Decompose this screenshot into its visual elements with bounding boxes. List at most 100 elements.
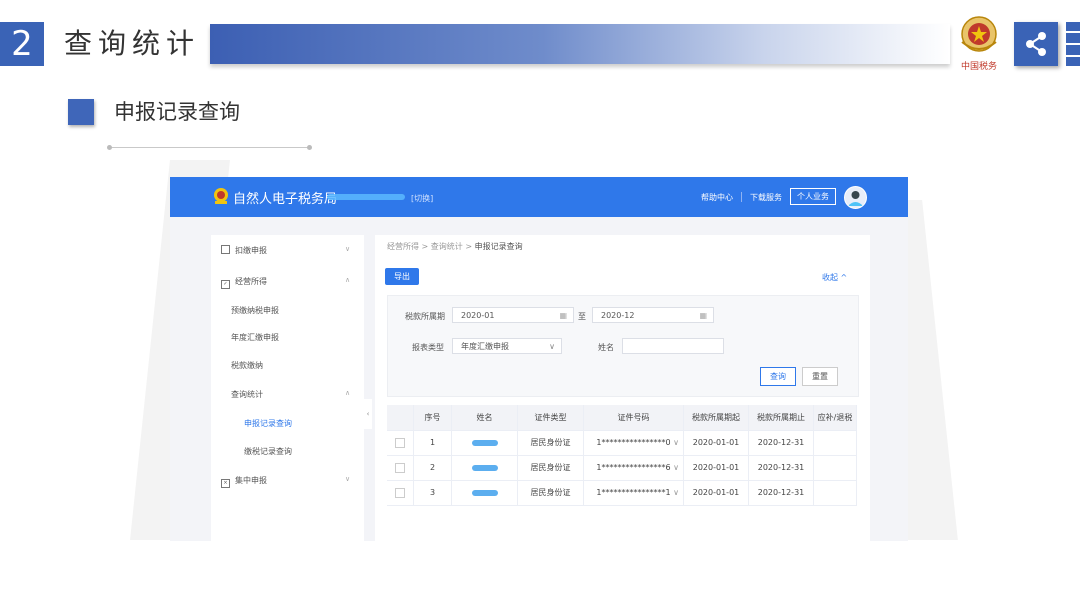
breadcrumb-item[interactable]: 经营所得 xyxy=(387,242,419,251)
sidebar-item-payment-records[interactable]: 缴税记录查询 xyxy=(244,446,292,457)
column-header: 证件类型 xyxy=(518,405,584,430)
breadcrumb-separator: > xyxy=(465,242,475,251)
row-number: 1 xyxy=(414,430,452,455)
section-number: 2 xyxy=(0,22,44,66)
help-center-link[interactable]: 帮助中心 xyxy=(701,192,733,203)
row-number: 2 xyxy=(414,455,452,480)
chevron-down-icon: ∨ xyxy=(549,342,555,351)
header-gradient-bar xyxy=(210,24,950,64)
row-checkbox[interactable] xyxy=(395,462,405,473)
export-button[interactable]: 导出 xyxy=(385,268,419,285)
edge-decoration xyxy=(1064,22,1080,66)
document-icon xyxy=(221,245,230,254)
column-header: 证件号码 xyxy=(584,405,684,430)
id-number-cell: 1****************1 ∨ xyxy=(584,480,684,505)
app-top-bar: 自然人电子税务局 [切换] 帮助中心 下载服务 个人业务 xyxy=(170,177,908,217)
refund-cell xyxy=(814,430,857,455)
period-start-input[interactable]: 2020-01 ▦ xyxy=(452,307,574,323)
breadcrumb: 经营所得 > 查询统计 > 申报记录查询 xyxy=(387,241,523,252)
switch-link[interactable]: [切换] xyxy=(411,193,433,204)
name-label: 姓名 xyxy=(598,343,614,352)
table-row[interactable]: 3 居民身份证 1****************1 ∨ 2020-01-01 2… xyxy=(387,480,857,506)
id-type-cell: 居民身份证 xyxy=(518,480,584,505)
period-start-cell: 2020-01-01 xyxy=(684,480,749,505)
redacted-name xyxy=(471,439,498,446)
period-end-input[interactable]: 2020-12 ▦ xyxy=(592,307,714,323)
app-screenshot: 自然人电子税务局 [切换] 帮助中心 下载服务 个人业务 扣缴申报 ∨ ✓ 经营所… xyxy=(170,177,908,541)
subtitle-marker xyxy=(68,99,94,125)
refund-cell xyxy=(814,455,857,480)
sidebar-item-prepay[interactable]: 预缴纳税申报 xyxy=(231,305,279,316)
redacted-user-name xyxy=(327,194,405,200)
id-number: 1****************0 xyxy=(596,438,671,447)
period-start-cell: 2020-01-01 xyxy=(684,455,749,480)
collapse-filter-link[interactable]: 收起 ^ xyxy=(822,272,847,283)
tax-logo-icon xyxy=(212,187,230,205)
calendar-icon: ▦ xyxy=(699,311,707,320)
sidebar-item-business-income[interactable]: ✓ 经营所得 xyxy=(221,276,267,289)
breadcrumb-separator: > xyxy=(421,242,431,251)
row-checkbox[interactable] xyxy=(395,437,405,448)
reset-button[interactable]: 重置 xyxy=(802,367,838,386)
chevron-down-icon: ∨ xyxy=(345,475,351,483)
row-checkbox[interactable] xyxy=(395,487,405,498)
breadcrumb-item[interactable]: 查询统计 xyxy=(431,242,463,251)
tax-emblem-logo: 中国税务 xyxy=(954,12,1004,74)
user-avatar-icon xyxy=(848,191,863,206)
table-header-row: 序号 姓名 证件类型 证件号码 税款所属期起 税款所属期止 应补/退税 xyxy=(387,405,857,431)
sidebar-item-payment[interactable]: 税款缴纳 xyxy=(231,360,263,371)
name-input[interactable] xyxy=(622,338,724,354)
sidebar-item-declaration-records[interactable]: 申报记录查询 xyxy=(244,418,292,429)
name-cell xyxy=(452,430,518,455)
download-service-link[interactable]: 下载服务 xyxy=(750,192,782,203)
chevron-down-icon[interactable]: ∨ xyxy=(673,430,679,455)
divider-line xyxy=(110,147,310,148)
sidebar-item-annual[interactable]: 年度汇缴申报 xyxy=(231,332,279,343)
column-header: 姓名 xyxy=(452,405,518,430)
column-header: 应补/退税 xyxy=(814,405,857,430)
divider-dot-left xyxy=(107,145,112,150)
slide-subtitle: 申报记录查询 xyxy=(114,100,240,124)
main-panel: 经营所得 > 查询统计 > 申报记录查询 导出 收起 ^ 税款所属期 2020-… xyxy=(375,235,870,541)
column-header: 序号 xyxy=(414,405,452,430)
id-type-cell: 居民身份证 xyxy=(518,430,584,455)
sidebar-item-label: 集中申报 xyxy=(235,476,267,485)
share-icon xyxy=(1026,32,1046,56)
sidebar-item-query-stats[interactable]: 查询统计 xyxy=(231,389,263,400)
period-end-cell: 2020-12-31 xyxy=(749,430,814,455)
emblem-text: 中国税务 xyxy=(961,60,997,72)
sidebar-item-withholding[interactable]: 扣缴申报 xyxy=(221,245,267,256)
redacted-name xyxy=(471,464,498,471)
checkbox-icon: ✓ xyxy=(221,280,230,289)
avatar[interactable] xyxy=(844,186,867,209)
row-checkbox-cell xyxy=(387,455,414,480)
table-row[interactable]: 2 居民身份证 1****************6 ∨ 2020-01-01 2… xyxy=(387,455,857,481)
sidebar: 扣缴申报 ∨ ✓ 经营所得 ∧ 预缴纳税申报 年度汇缴申报 税款缴纳 查询统计 ∧… xyxy=(211,235,364,541)
column-header: 税款所属期起 xyxy=(684,405,749,430)
chevron-down-icon: ∨ xyxy=(345,245,351,253)
sidebar-item-centralized[interactable]: × 集中申报 xyxy=(221,475,267,488)
id-number: 1****************1 xyxy=(596,488,671,497)
share-button[interactable] xyxy=(1014,22,1058,66)
period-start-cell: 2020-01-01 xyxy=(684,430,749,455)
chevron-down-icon[interactable]: ∨ xyxy=(673,480,679,505)
report-type-select[interactable]: 年度汇缴申报 ∨ xyxy=(452,338,562,354)
row-checkbox-cell xyxy=(387,480,414,505)
query-button[interactable]: 查询 xyxy=(760,367,796,386)
id-number-cell: 1****************6 ∨ xyxy=(584,455,684,480)
to-label: 至 xyxy=(578,312,586,321)
period-start-value: 2020-01 xyxy=(461,311,495,320)
chevron-up-icon: ∧ xyxy=(345,389,351,397)
chevron-up-icon: ∧ xyxy=(345,276,351,284)
sidebar-collapse-handle[interactable]: ‹ xyxy=(364,399,372,429)
site-name: 自然人电子税务局 xyxy=(233,192,338,207)
redacted-name xyxy=(471,489,498,496)
column-header: 税款所属期止 xyxy=(749,405,814,430)
chevron-down-icon[interactable]: ∨ xyxy=(673,455,679,480)
table-row[interactable]: 1 居民身份证 1****************0 ∨ 2020-01-01 2… xyxy=(387,430,857,456)
breadcrumb-current: 申报记录查询 xyxy=(474,242,523,251)
personal-business-button[interactable]: 个人业务 xyxy=(790,188,836,205)
period-label: 税款所属期 xyxy=(405,312,445,321)
row-checkbox-cell xyxy=(387,430,414,455)
name-cell xyxy=(452,455,518,480)
